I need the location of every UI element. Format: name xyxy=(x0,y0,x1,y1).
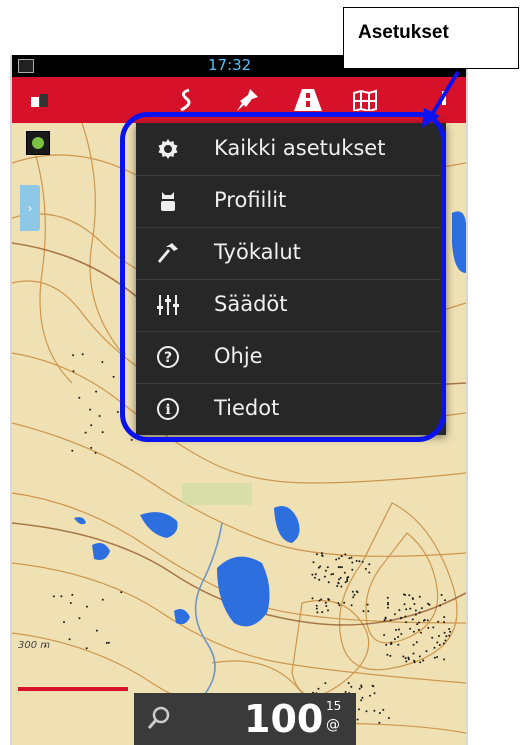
locate-button[interactable] xyxy=(26,131,50,155)
image-notification-icon xyxy=(18,59,34,73)
map-value-sup: 15 xyxy=(326,699,342,713)
scale-label: 300 m xyxy=(18,640,51,651)
callout-box: Asetukset xyxy=(343,7,519,69)
overflow-icon[interactable] xyxy=(432,77,456,123)
side-panel-tab[interactable]: › xyxy=(20,185,40,231)
map-value: 100 xyxy=(244,697,324,741)
scale-bar xyxy=(18,687,128,691)
search-icon[interactable] xyxy=(146,705,172,736)
bottom-bar: 100 15 @ xyxy=(134,693,356,745)
map-value-sub: @ xyxy=(326,717,340,733)
location-icon xyxy=(32,137,44,149)
menu-highlight-outline xyxy=(120,112,446,442)
profile-small-icon[interactable] xyxy=(26,77,54,123)
callout-label: Asetukset xyxy=(358,22,449,43)
status-time: 17:32 xyxy=(208,56,252,74)
